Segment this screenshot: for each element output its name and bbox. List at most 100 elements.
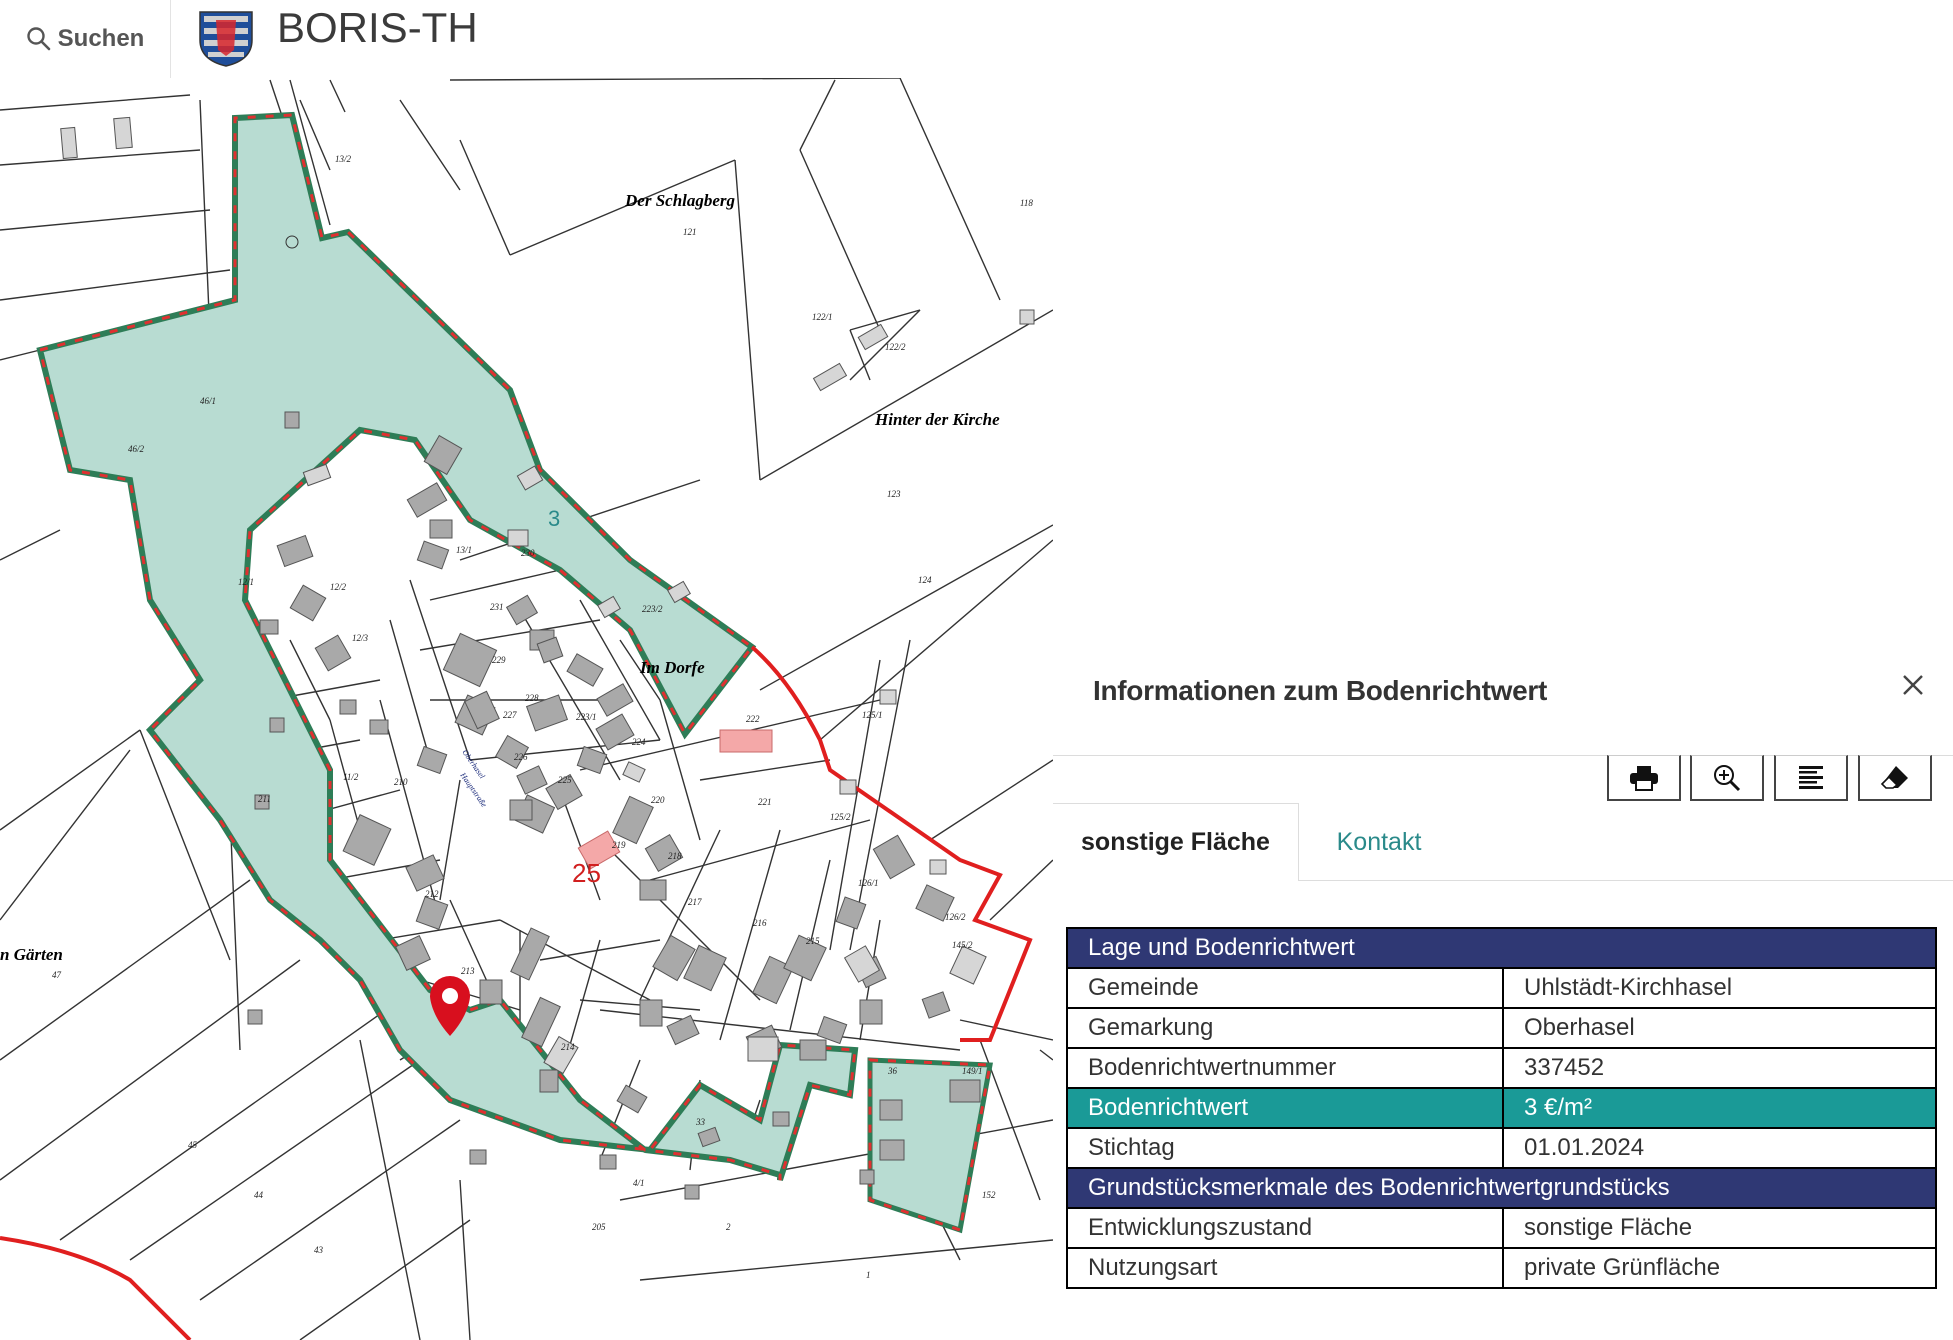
- parcel-number: 33: [695, 1117, 706, 1127]
- map-view[interactable]: 3 25 Der Schlagberg Hinter der Kirche Im…: [0, 78, 1053, 1340]
- section-header: Grundstücksmerkmale des Bodenrichtwertgr…: [1066, 1167, 1937, 1209]
- section-header-row: Grundstücksmerkmale des Bodenrichtwertgr…: [1066, 1167, 1937, 1209]
- parcel-number: 223/2: [642, 604, 663, 614]
- zoom-in-icon: [1714, 764, 1741, 791]
- parcel-number: 221: [758, 797, 772, 807]
- parcel-number: 220: [651, 795, 665, 805]
- parcel-number: 230: [521, 548, 535, 558]
- area-label-schlagberg: Der Schlagberg: [624, 191, 736, 210]
- zone-label-3: 3: [548, 506, 560, 531]
- parcel-number: 215: [806, 936, 820, 946]
- tab-bar: sonstige Fläche Kontakt: [1053, 803, 1953, 881]
- parcel-number: 214: [561, 1042, 575, 1052]
- row-value: 3 €/m²: [1502, 1087, 1937, 1129]
- table-row: Gemarkung Oberhasel: [1066, 1007, 1937, 1049]
- close-icon[interactable]: [1893, 665, 1933, 705]
- parcel-number: 44: [254, 1190, 264, 1200]
- list-icon: [1799, 765, 1823, 789]
- zone-label-25: 25: [572, 858, 601, 888]
- parcel-number: 123: [887, 489, 901, 499]
- parcel-number: 43: [314, 1245, 324, 1255]
- table-row: Nutzungsart private Grünfläche: [1066, 1247, 1937, 1289]
- search-label: Suchen: [57, 25, 145, 52]
- parcel-number: 145/2: [952, 940, 973, 950]
- legend-button[interactable]: [1774, 755, 1848, 801]
- parcel-number: 4/1: [633, 1178, 645, 1188]
- parcel-number: 13/1: [456, 545, 472, 555]
- parcel-number: 152: [982, 1190, 996, 1200]
- parcel-number: 211: [258, 794, 271, 804]
- parcel-number: 13/2: [335, 154, 352, 164]
- table-row: Gemeinde Uhlstädt-Kirchhasel: [1066, 967, 1937, 1009]
- tab-divider: [1299, 880, 1953, 881]
- parcel-number: 36: [887, 1066, 898, 1076]
- parcel-number: 227: [503, 710, 517, 720]
- table-row: Entwicklungszustand sonstige Fläche: [1066, 1207, 1937, 1249]
- parcel-number: 126/1: [858, 878, 879, 888]
- eraser-icon: [1880, 765, 1908, 789]
- parcel-number: 45: [188, 1140, 198, 1150]
- parcel-number: 46/2: [128, 444, 145, 454]
- area-label-gaerten: n Gärten: [0, 945, 63, 964]
- row-label: Bodenrichtwertnummer: [1066, 1047, 1504, 1089]
- parcel-number: 210: [394, 777, 408, 787]
- search-button[interactable]: Suchen: [0, 0, 171, 78]
- parcel-number: 222: [746, 714, 760, 724]
- parcel-number: 213: [461, 966, 475, 976]
- parcel-number: 122/1: [812, 312, 833, 322]
- cadastral-map[interactable]: 3 25 Der Schlagberg Hinter der Kirche Im…: [0, 78, 1053, 1340]
- highlight-row: Bodenrichtwert 3 €/m²: [1066, 1087, 1937, 1129]
- row-value: 337452: [1502, 1047, 1937, 1089]
- parcel-number: 46/1: [200, 396, 216, 406]
- parcel-number: 121: [683, 227, 697, 237]
- parcel-number: 228: [525, 693, 539, 703]
- coat-of-arms-logo[interactable]: [196, 2, 256, 68]
- parcel-number: 219: [612, 840, 626, 850]
- app-title: BORIS-TH: [277, 4, 478, 51]
- parcel-number: 226: [514, 752, 528, 762]
- parcel-number: 47: [52, 970, 62, 980]
- row-value: sonstige Fläche: [1502, 1207, 1937, 1249]
- top-bar: Suchen BORIS-TH: [0, 0, 1953, 78]
- parcel-number: 11/2: [343, 772, 359, 782]
- parcel-number: 118: [1020, 198, 1033, 208]
- row-label: Bodenrichtwert: [1066, 1087, 1504, 1129]
- parcel-number: 12/2: [330, 582, 347, 592]
- zone-3-area[interactable]: [36, 111, 993, 1234]
- tab-sonstige-flaeche[interactable]: sonstige Fläche: [1053, 803, 1299, 881]
- row-label: Entwicklungszustand: [1066, 1207, 1504, 1249]
- section-header-row: Lage und Bodenrichtwert: [1066, 927, 1937, 969]
- parcel-number: 125/1: [862, 710, 883, 720]
- parcel-number: 126/2: [945, 912, 966, 922]
- zoom-in-button[interactable]: [1690, 755, 1764, 801]
- row-value: 01.01.2024: [1502, 1127, 1937, 1169]
- parcel-number: 2: [726, 1222, 731, 1232]
- parcel-number: 216: [753, 918, 767, 928]
- search-icon: [26, 27, 50, 51]
- parcel-number: 12/3: [352, 633, 369, 643]
- parcel-number: 205: [592, 1222, 606, 1232]
- parcel-number: 125/2: [830, 812, 851, 822]
- parcel-number: 229: [492, 655, 506, 665]
- info-panel: Informationen zum Bodenrichtwert sonstig…: [1053, 655, 1953, 1340]
- row-value: Oberhasel: [1502, 1007, 1937, 1049]
- row-value: private Grünfläche: [1502, 1247, 1937, 1289]
- parcel-number: 122/2: [885, 342, 906, 352]
- tab-kontakt[interactable]: Kontakt: [1299, 803, 1459, 881]
- print-button[interactable]: [1607, 755, 1681, 801]
- parcel-number: 149/1: [962, 1066, 983, 1076]
- table-row: Stichtag 01.01.2024: [1066, 1127, 1937, 1169]
- parcel-number: 212: [425, 889, 439, 899]
- clear-button[interactable]: [1858, 755, 1932, 801]
- info-table: Lage und Bodenrichtwert Gemeinde Uhlstäd…: [1066, 927, 1937, 1289]
- row-value: Uhlstädt-Kirchhasel: [1502, 967, 1937, 1009]
- parcel-number: 218: [668, 851, 682, 861]
- area-label-im-dorfe: Im Dorfe: [639, 658, 705, 677]
- parcel-number: 225: [558, 775, 572, 785]
- row-label: Gemarkung: [1066, 1007, 1504, 1049]
- parcel-number: 12/1: [238, 577, 254, 587]
- row-label: Stichtag: [1066, 1127, 1504, 1169]
- parcel-number: 124: [918, 575, 932, 585]
- print-icon: [1630, 765, 1658, 791]
- panel-title: Informationen zum Bodenrichtwert: [1093, 675, 1547, 706]
